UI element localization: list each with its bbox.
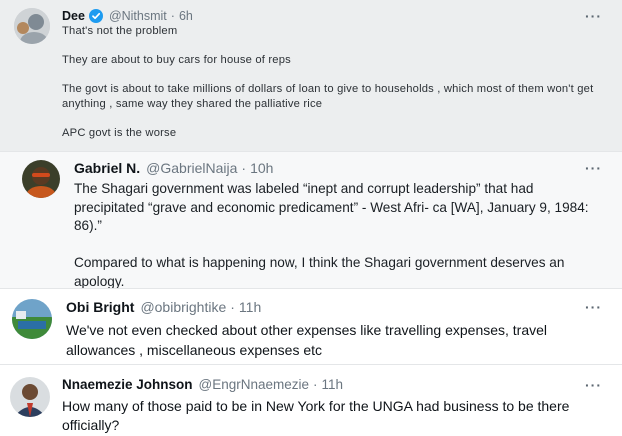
- more-options-icon[interactable]: ···: [585, 160, 602, 176]
- tweet-paragraph: APC govt is the worse: [62, 127, 177, 140]
- separator-dot: ·: [230, 299, 235, 315]
- tweet-card[interactable]: Obi Bright @obibrightike · 11h ··· We've…: [0, 288, 622, 364]
- display-name[interactable]: Obi Bright: [66, 299, 134, 315]
- tweet-paragraph: The govt is about to take millions of do…: [62, 83, 594, 110]
- separator-dot: ·: [170, 9, 175, 23]
- tweet-text: The Shagari government was labeled “inep…: [74, 180, 604, 291]
- tweet-card[interactable]: Nnaemezie Johnson @EngrNnaemezie · 11h ·…: [0, 364, 622, 436]
- separator-dot: ·: [313, 377, 318, 392]
- tweet-card[interactable]: Gabriel N. @GabrielNaija · 10h ··· The S…: [0, 151, 622, 291]
- tweet-paragraph: They are about to buy cars for house of …: [62, 54, 291, 67]
- user-handle[interactable]: @GabrielNaija: [146, 160, 237, 176]
- timestamp[interactable]: 6h: [179, 9, 193, 23]
- user-handle[interactable]: @EngrNnaemezie: [199, 377, 310, 392]
- tweet-paragraph: The Shagari government was labeled “inep…: [74, 181, 589, 233]
- display-name[interactable]: Nnaemezie Johnson: [62, 377, 193, 392]
- user-handle[interactable]: @Nithsmit: [109, 9, 167, 23]
- tweet-paragraph: How many of those paid to be in New York…: [62, 398, 570, 433]
- more-options-icon[interactable]: ···: [585, 377, 602, 393]
- display-name[interactable]: Dee: [62, 9, 85, 23]
- avatar[interactable]: [14, 8, 50, 44]
- verified-badge-icon: [88, 9, 103, 23]
- tweet-text: We've not even checked about other expen…: [66, 320, 596, 360]
- tweet-header: Dee @Nithsmit · 6h: [62, 9, 193, 23]
- tweet-paragraph: That's not the problem: [62, 25, 178, 37]
- more-options-icon[interactable]: ···: [585, 8, 602, 24]
- avatar[interactable]: [22, 160, 60, 198]
- more-options-icon[interactable]: ···: [585, 299, 602, 315]
- timestamp[interactable]: 10h: [250, 160, 273, 176]
- tweet-header: Nnaemezie Johnson @EngrNnaemezie · 11h: [62, 377, 343, 392]
- user-handle[interactable]: @obibrightike: [140, 299, 226, 315]
- display-name[interactable]: Gabriel N.: [74, 160, 140, 176]
- tweet-text: How many of those paid to be in New York…: [62, 397, 602, 435]
- tweet-header: Gabriel N. @GabrielNaija · 10h: [74, 160, 273, 176]
- avatar[interactable]: [12, 299, 52, 339]
- timestamp[interactable]: 11h: [322, 377, 344, 392]
- avatar[interactable]: [10, 377, 50, 417]
- separator-dot: ·: [241, 160, 247, 176]
- tweet-card[interactable]: Dee @Nithsmit · 6h ··· That's not the pr…: [0, 0, 622, 151]
- tweet-text: That's not the problem They are about to…: [62, 24, 602, 141]
- tweet-paragraph: We've not even checked about other expen…: [66, 322, 548, 358]
- timestamp[interactable]: 11h: [239, 299, 261, 315]
- tweet-header: Obi Bright @obibrightike · 11h: [66, 299, 261, 315]
- tweet-paragraph: Compared to what is happening now, I thi…: [74, 255, 565, 289]
